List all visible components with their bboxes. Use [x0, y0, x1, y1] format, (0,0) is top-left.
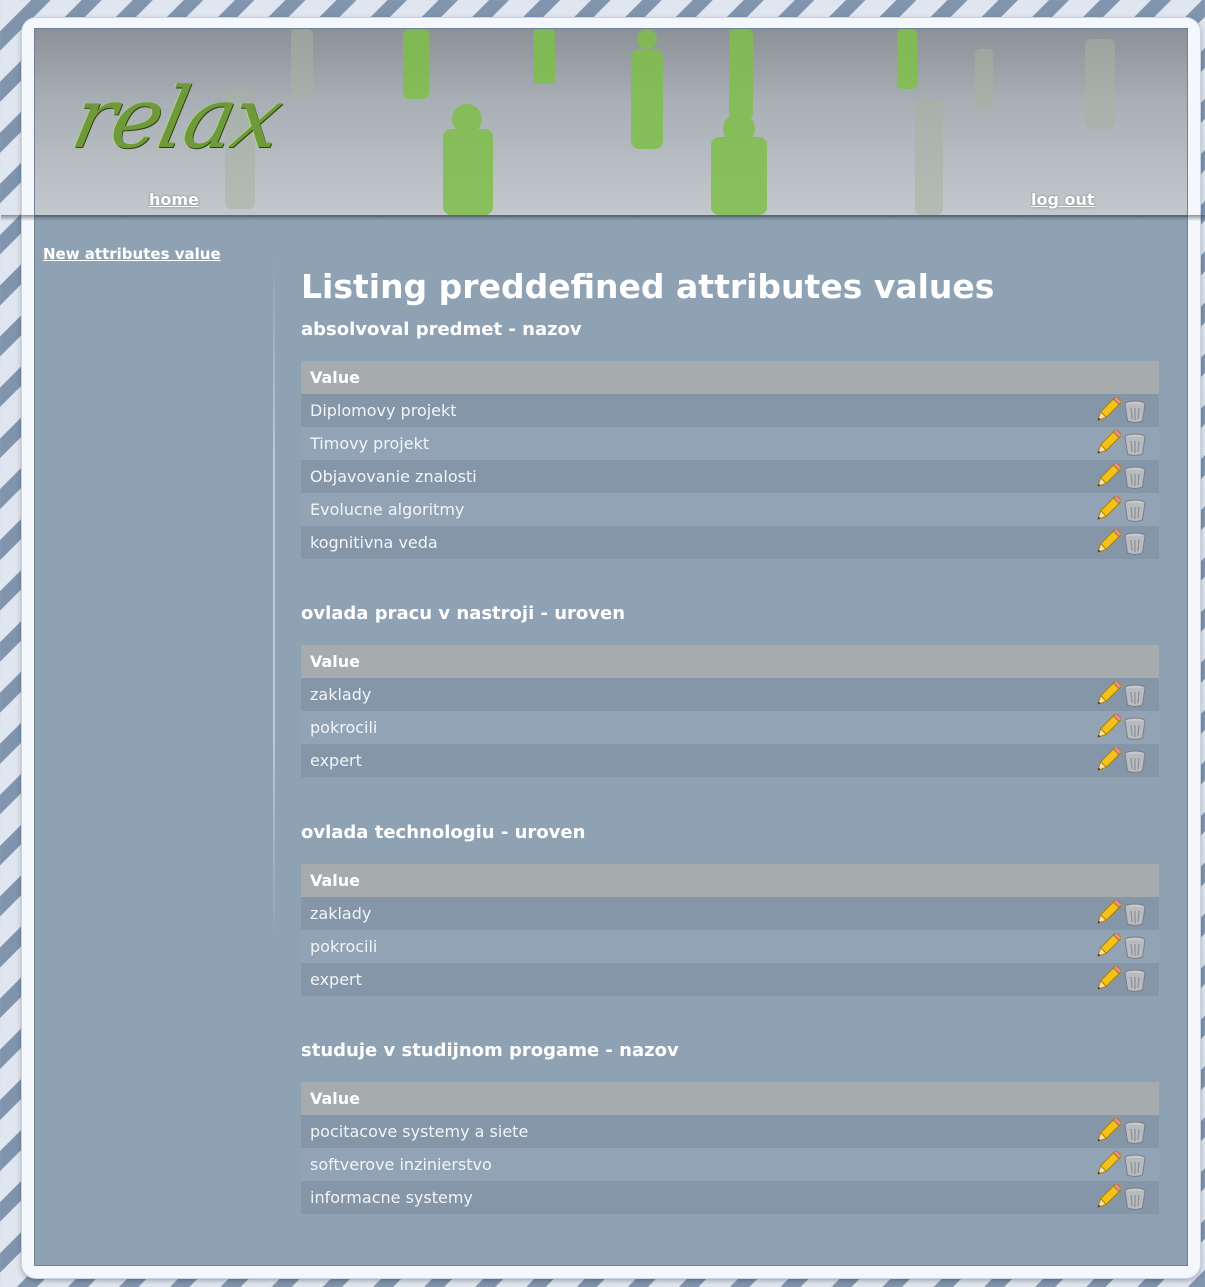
row-value: pokrocili — [310, 718, 378, 737]
row-value: expert — [310, 751, 362, 770]
page-title: Listing preddefined attributes values — [301, 267, 995, 306]
main-panel: relax home log out New attributes value … — [1, 28, 1205, 1266]
table-row: softverove inzinierstvo — [301, 1148, 1159, 1181]
logout-link[interactable]: log out — [1031, 190, 1095, 209]
values-table: Value zaklady pokrocili expert — [301, 645, 1159, 777]
row-actions — [1093, 747, 1149, 775]
row-actions — [1093, 714, 1149, 742]
table-row: informacne systemy — [301, 1181, 1159, 1214]
pencil-icon[interactable] — [1093, 681, 1121, 709]
table-row: Timovy projekt — [301, 427, 1159, 460]
row-actions — [1093, 900, 1149, 928]
trash-icon[interactable] — [1121, 966, 1149, 994]
row-value: softverove inzinierstvo — [310, 1155, 492, 1174]
table-row: kognitivna veda — [301, 526, 1159, 559]
row-value: pocitacove systemy a siete — [310, 1122, 529, 1141]
trash-icon[interactable] — [1121, 496, 1149, 524]
home-link[interactable]: home — [149, 190, 199, 209]
table-row: pocitacove systemy a siete — [301, 1115, 1159, 1148]
trash-icon[interactable] — [1121, 933, 1149, 961]
row-value: informacne systemy — [310, 1188, 473, 1207]
column-header-value: Value — [301, 645, 1159, 678]
row-actions — [1093, 463, 1149, 491]
row-actions — [1093, 1184, 1149, 1212]
row-actions — [1093, 1151, 1149, 1179]
pencil-icon[interactable] — [1093, 496, 1121, 524]
row-actions — [1093, 1118, 1149, 1146]
trash-icon[interactable] — [1121, 529, 1149, 557]
values-table: Value Diplomovy projekt Timovy projekt Obja… — [301, 361, 1159, 559]
row-actions — [1093, 397, 1149, 425]
table-row: zaklady — [301, 678, 1159, 711]
row-actions — [1093, 430, 1149, 458]
new-attributes-value-link[interactable]: New attributes value — [43, 245, 221, 263]
trash-icon[interactable] — [1121, 747, 1149, 775]
pencil-icon[interactable] — [1093, 747, 1121, 775]
pencil-icon[interactable] — [1093, 966, 1121, 994]
table-row: Evolucne algoritmy — [301, 493, 1159, 526]
row-value: zaklady — [310, 685, 372, 704]
row-actions — [1093, 529, 1149, 557]
section-title: ovlada pracu v nastroji - uroven — [301, 603, 626, 624]
row-value: Diplomovy projekt — [310, 401, 457, 420]
relax-logo: relax — [64, 69, 290, 167]
row-value: zaklady — [310, 904, 372, 923]
trash-icon[interactable] — [1121, 1151, 1149, 1179]
values-table: Value pocitacove systemy a siete softverov… — [301, 1082, 1159, 1214]
row-value: Objavovanie znalosti — [310, 467, 477, 486]
row-actions — [1093, 681, 1149, 709]
column-header-value: Value — [301, 361, 1159, 394]
trash-icon[interactable] — [1121, 397, 1149, 425]
values-table: Value zaklady pokrocili expert — [301, 864, 1159, 996]
column-header-value: Value — [301, 864, 1159, 897]
trash-icon[interactable] — [1121, 430, 1149, 458]
table-row: expert — [301, 744, 1159, 777]
trash-icon[interactable] — [1121, 900, 1149, 928]
table-row: expert — [301, 963, 1159, 996]
pencil-icon[interactable] — [1093, 1151, 1121, 1179]
column-header-value: Value — [301, 1082, 1159, 1115]
table-row: Diplomovy projekt — [301, 394, 1159, 427]
trash-icon[interactable] — [1121, 714, 1149, 742]
table-row: pokrocili — [301, 930, 1159, 963]
pencil-icon[interactable] — [1093, 900, 1121, 928]
row-value: Evolucne algoritmy — [310, 500, 465, 519]
pencil-icon[interactable] — [1093, 714, 1121, 742]
row-value: kognitivna veda — [310, 533, 438, 552]
trash-icon[interactable] — [1121, 1184, 1149, 1212]
pencil-icon[interactable] — [1093, 1118, 1121, 1146]
section-title: absolvoval predmet - nazov — [301, 319, 582, 340]
table-row: pokrocili — [301, 711, 1159, 744]
trash-icon[interactable] — [1121, 463, 1149, 491]
row-value: pokrocili — [310, 937, 378, 956]
row-actions — [1093, 966, 1149, 994]
trash-icon[interactable] — [1121, 681, 1149, 709]
sidebar-divider — [273, 259, 275, 939]
row-actions — [1093, 496, 1149, 524]
pencil-icon[interactable] — [1093, 1184, 1121, 1212]
pencil-icon[interactable] — [1093, 529, 1121, 557]
header-banner: relax home log out — [35, 29, 1187, 217]
row-value: Timovy projekt — [310, 434, 430, 453]
pencil-icon[interactable] — [1093, 397, 1121, 425]
row-value: expert — [310, 970, 362, 989]
pencil-icon[interactable] — [1093, 463, 1121, 491]
table-row: zaklady — [301, 897, 1159, 930]
pencil-icon[interactable] — [1093, 430, 1121, 458]
trash-icon[interactable] — [1121, 1118, 1149, 1146]
section-title: studuje v studijnom progame - nazov — [301, 1040, 679, 1061]
pencil-icon[interactable] — [1093, 933, 1121, 961]
table-row: Objavovanie znalosti — [301, 460, 1159, 493]
header-shadow — [1, 215, 1205, 221]
row-actions — [1093, 933, 1149, 961]
section-title: ovlada technologiu - uroven — [301, 822, 586, 843]
